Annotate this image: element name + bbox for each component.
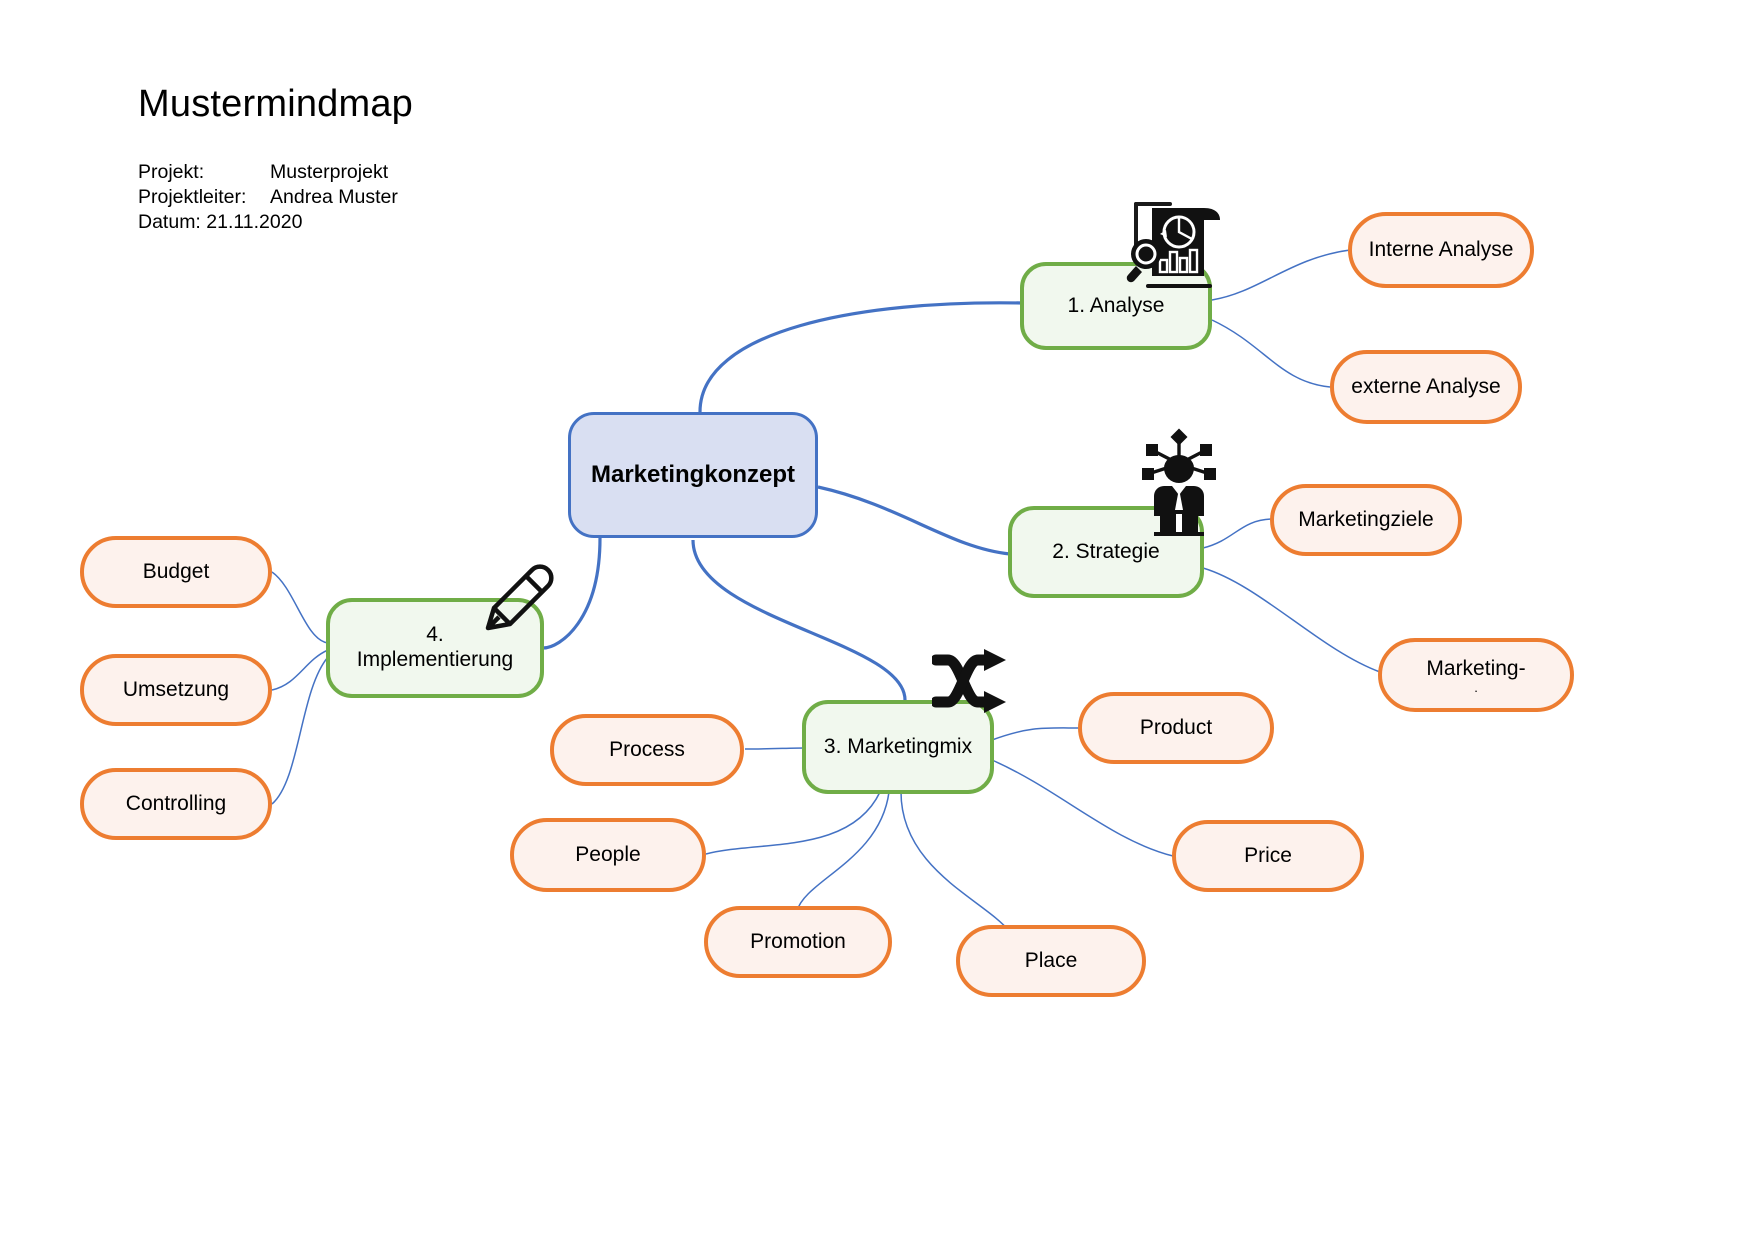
meta-key-projekt: Projekt:: [138, 160, 205, 183]
link-mix-people: [705, 791, 881, 855]
link-root-marketingmix: [691, 539, 907, 701]
node-branch-implementierung-line1: 4.: [426, 623, 444, 647]
pencil-icon: [474, 558, 564, 642]
node-leaf-budget-label: Budget: [142, 559, 210, 583]
node-leaf-price-label: Price: [1244, 843, 1292, 867]
link-mix-process: [744, 747, 807, 750]
link-mix-product: [991, 727, 1081, 741]
project-meta: Projekt: Musterprojekt Projektleiter: Andr…: [138, 160, 413, 235]
link-strategie-marketing: [1202, 567, 1381, 673]
meta-value-projekt: Musterprojekt: [270, 160, 389, 183]
link-impl-controlling: [271, 656, 329, 805]
meta-key-projektleiter: Projektleiter:: [138, 185, 247, 208]
node-leaf-product[interactable]: Product: [1078, 692, 1274, 764]
link-impl-budget: [271, 571, 329, 644]
node-leaf-people-label: People: [575, 842, 641, 866]
node-branch-implementierung-line2: Implementierung: [356, 648, 514, 671]
link-mix-place: [900, 791, 1011, 933]
link-analyse-externe: [1211, 319, 1331, 388]
strategist-network-icon: [1126, 428, 1232, 538]
node-branch-marketingmix[interactable]: 3. Marketingmix: [802, 700, 994, 794]
node-leaf-umsetzung-label: Umsetzung: [122, 677, 230, 701]
node-leaf-umsetzung[interactable]: Umsetzung: [80, 654, 272, 726]
node-leaf-price[interactable]: Price: [1172, 820, 1364, 892]
node-leaf-budget[interactable]: Budget: [80, 536, 272, 608]
node-root-marketingkonzept[interactable]: Marketingkonzept: [568, 412, 818, 538]
link-root-analyse: [698, 301, 1023, 413]
node-leaf-marketing-truncated-label: Marketing- .: [1382, 657, 1570, 695]
link-mix-price: [991, 759, 1174, 857]
node-leaf-marketing-text: Marketing-: [1426, 657, 1526, 681]
node-leaf-place-label: Place: [1024, 948, 1078, 972]
node-leaf-process-label: Process: [609, 737, 685, 761]
meta-value-projektleiter: Andrea Muster: [270, 185, 398, 208]
node-branch-marketingmix-label: 3. Marketingmix: [823, 734, 973, 758]
node-leaf-marketingziele[interactable]: Marketingziele: [1270, 484, 1462, 556]
node-leaf-promotion-label: Promotion: [750, 929, 846, 953]
node-leaf-interne-analyse-label: Interne Analyse: [1368, 237, 1514, 261]
analysis-report-icon: [1122, 190, 1242, 295]
node-leaf-place[interactable]: Place: [956, 925, 1146, 997]
node-leaf-promotion[interactable]: Promotion: [704, 906, 892, 978]
link-mix-promotion: [796, 791, 890, 912]
document-header: Mustermindmap Projekt: Musterprojekt Proj…: [138, 83, 414, 235]
node-leaf-controlling[interactable]: Controlling: [80, 768, 272, 840]
node-leaf-controlling-label: Controlling: [125, 791, 227, 815]
node-leaf-product-label: Product: [1139, 715, 1213, 739]
node-leaf-process[interactable]: Process: [550, 714, 744, 786]
node-branch-strategie-label: 2. Strategie: [1052, 539, 1160, 563]
meta-row-projekt: Projekt: Musterprojekt: [138, 160, 413, 185]
shuffle-arrows-icon: [930, 648, 1008, 714]
node-leaf-marketing-subtext: .: [1474, 679, 1478, 695]
meta-row-projektleiter: Projektleiter: Andrea Muster: [138, 185, 413, 210]
mindmap-canvas: Mustermindmap Projekt: Musterprojekt Proj…: [0, 0, 1754, 1239]
node-leaf-people[interactable]: People: [510, 818, 706, 892]
node-root-label: Marketingkonzept: [590, 460, 796, 488]
link-impl-umsetzung: [271, 649, 329, 691]
node-leaf-marketingziele-label: Marketingziele: [1298, 507, 1434, 531]
page-title: Mustermindmap: [138, 83, 414, 125]
meta-date: Datum: 21.11.2020: [138, 210, 303, 233]
link-root-strategie: [817, 485, 1011, 556]
node-branch-analyse-label: 1. Analyse: [1067, 293, 1165, 317]
node-leaf-externe-analyse[interactable]: externe Analyse: [1330, 350, 1522, 424]
node-leaf-externe-analyse-label: externe Analyse: [1351, 374, 1501, 398]
node-leaf-marketing-truncated[interactable]: Marketing- .: [1378, 638, 1574, 712]
node-leaf-interne-analyse[interactable]: Interne Analyse: [1348, 212, 1534, 288]
